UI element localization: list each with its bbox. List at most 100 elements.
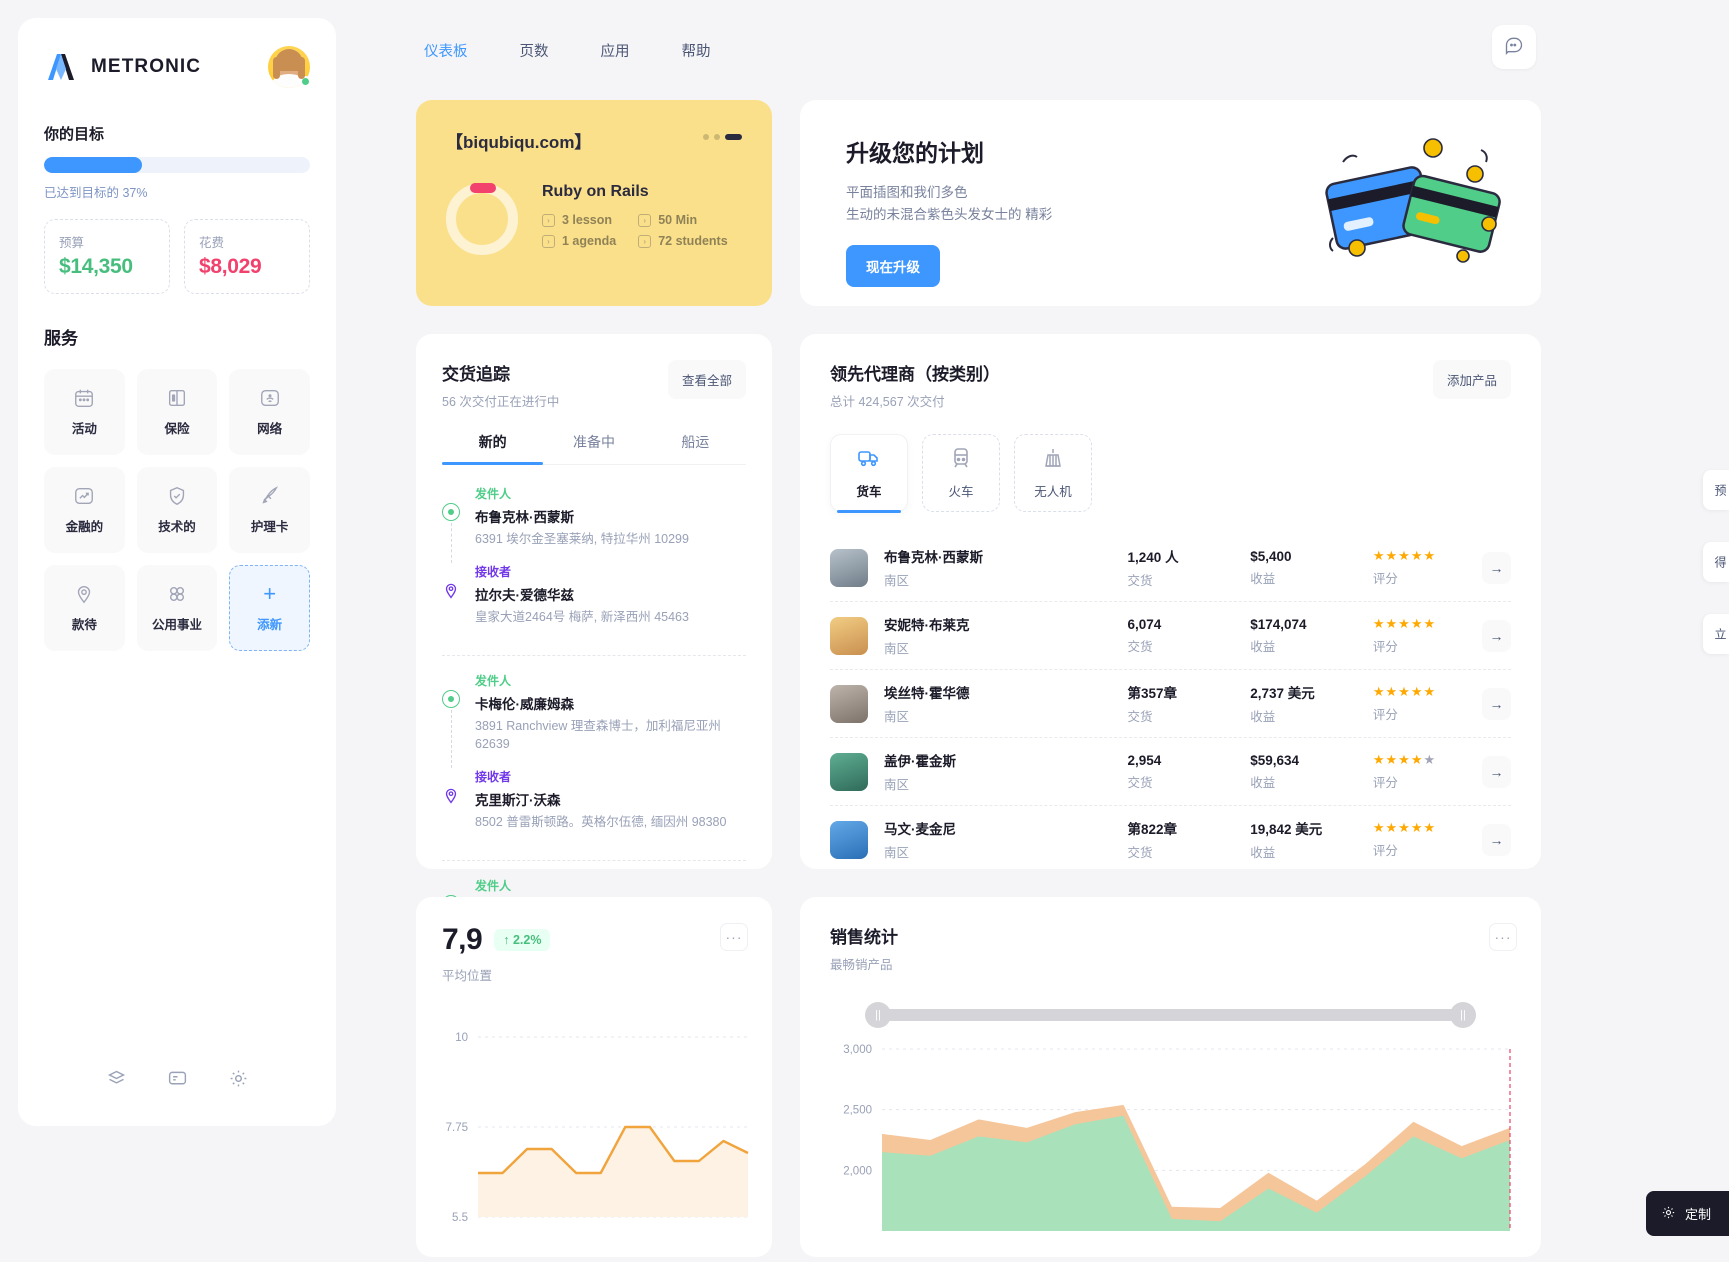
peek-tab-1[interactable]: 预 bbox=[1703, 470, 1729, 510]
svg-text:2,000: 2,000 bbox=[843, 1165, 872, 1177]
sidebar-footer bbox=[18, 1068, 336, 1094]
avg-position-chart: 10 7.75 5.5 bbox=[446, 1032, 749, 1224]
kpi-row: 预算 $14,350 花费 $8,029 bbox=[44, 219, 310, 294]
promo-meta-students: › 72 students bbox=[638, 234, 728, 248]
range-slider-handle-left[interactable]: || bbox=[865, 1002, 891, 1028]
range-slider[interactable]: || || bbox=[865, 1002, 1476, 1028]
row-arrow-button[interactable]: → bbox=[1481, 755, 1511, 788]
rating-stars: ★★★★★ bbox=[1372, 548, 1437, 563]
upgrade-plan-card: 升级您的计划 平面插图和我们多色 生动的未混合紫色头发女士的 精彩 现在升级 bbox=[800, 100, 1541, 306]
category-truck[interactable]: 货车 bbox=[830, 434, 908, 513]
service-tile-financial[interactable]: 金融的 bbox=[44, 467, 125, 553]
table-row[interactable]: 埃丝特·霍华德 南区 第357章 交货 2,737 美元 收益 ★★★★★ 评分… bbox=[830, 669, 1511, 737]
kpi-spent-value: $8,029 bbox=[199, 255, 262, 278]
view-all-button[interactable]: 查看全部 bbox=[667, 360, 746, 399]
avg-position-value: 7,9 bbox=[442, 923, 483, 956]
tab-shipping[interactable]: 船运 bbox=[645, 432, 746, 464]
goal-progress-bar bbox=[44, 157, 310, 173]
category-train[interactable]: 火车 bbox=[922, 434, 1000, 512]
svg-text:2,500: 2,500 bbox=[843, 1105, 872, 1117]
table-row[interactable]: 安妮特·布莱克 南区 6,074 交货 $174,074 收益 ★★★★★ 评分… bbox=[830, 601, 1511, 669]
table-row[interactable]: 布鲁克林·西蒙斯 南区 1,240 人 交货 $5,400 收益 ★★★★★ 评… bbox=[830, 534, 1511, 601]
range-slider-handle-right[interactable]: || bbox=[1450, 1002, 1476, 1028]
chat-icon bbox=[1504, 35, 1524, 60]
customize-label: 定制 bbox=[1684, 1207, 1711, 1222]
agent-name: 马文·麦金尼 bbox=[884, 822, 956, 837]
service-tile-network[interactable]: 网络 bbox=[229, 369, 310, 455]
carousel-dot-active[interactable] bbox=[725, 134, 742, 140]
avatar bbox=[830, 616, 868, 655]
row-arrow-button[interactable]: → bbox=[1481, 619, 1511, 652]
card-menu-button[interactable]: ··· bbox=[1489, 923, 1517, 951]
promo-card: 【biqubiqu.com】 Ruby on Rails › 3 lesson … bbox=[416, 100, 772, 306]
add-product-button[interactable]: 添加产品 bbox=[1432, 360, 1511, 399]
carousel-dot[interactable] bbox=[714, 134, 720, 140]
promo-meta-agenda: › 1 agenda bbox=[542, 234, 616, 248]
grid-dots-icon bbox=[166, 583, 188, 605]
service-tile-utilities[interactable]: 公用事业 bbox=[136, 565, 218, 651]
promo-carousel-dots[interactable] bbox=[703, 134, 742, 140]
tracking-subtitle: 56 次交付正在进行中 bbox=[442, 395, 560, 409]
gear-icon[interactable] bbox=[228, 1068, 249, 1094]
service-tile-insurance[interactable]: 保险 bbox=[136, 369, 218, 455]
agent-revenue-caption: 收益 bbox=[1250, 846, 1276, 860]
category-drone[interactable]: 无人机 bbox=[1014, 434, 1092, 512]
chat-button[interactable] bbox=[1492, 25, 1536, 69]
gear-icon bbox=[1661, 1205, 1676, 1223]
nav-item-dashboard[interactable]: 仪表板 bbox=[416, 36, 476, 65]
message-icon[interactable] bbox=[167, 1068, 188, 1094]
arrow-right-icon: → bbox=[1489, 627, 1504, 644]
arrow-right-icon: → bbox=[1489, 763, 1504, 780]
avatar[interactable] bbox=[268, 46, 311, 88]
tracking-sender: 发件人 卡梅伦·威廉姆森 3891 Ranchview 理查森博士，加利福尼亚州… bbox=[442, 672, 746, 768]
agent-region: 南区 bbox=[884, 778, 910, 792]
table-row[interactable]: 马文·麦金尼 南区 第822章 交货 19,842 美元 收益 ★★★★★ 评分… bbox=[830, 805, 1511, 873]
table-row[interactable]: 盖伊·霍金斯 南区 2,954 交货 $59,634 收益 ★★★★★ 评分 → bbox=[830, 737, 1511, 805]
svg-text:7.75: 7.75 bbox=[446, 1122, 468, 1134]
row-arrow-button[interactable]: → bbox=[1481, 551, 1511, 584]
sales-statistics-card: 销售统计 最畅销产品 ··· || || 3,000 2,500 2,000 bbox=[800, 897, 1541, 1257]
peek-tab-3[interactable]: 立 bbox=[1703, 614, 1729, 654]
book-icon bbox=[166, 387, 188, 409]
agent-revenue-value: $174,074 bbox=[1250, 616, 1307, 632]
agent-delivery-value: 1,240 人 bbox=[1127, 550, 1179, 565]
agent-region: 南区 bbox=[884, 642, 910, 656]
rocket-icon bbox=[259, 485, 281, 507]
upgrade-now-button[interactable]: 现在升级 bbox=[846, 245, 940, 288]
sales-title: 销售统计 bbox=[830, 928, 898, 947]
tab-preparing[interactable]: 准备中 bbox=[543, 432, 644, 464]
arrow-right-icon: → bbox=[1489, 559, 1504, 576]
nav-item-help[interactable]: 帮助 bbox=[674, 36, 719, 65]
row-arrow-button[interactable]: → bbox=[1481, 823, 1511, 856]
arrow-right-icon: → bbox=[1489, 695, 1504, 712]
card-menu-button[interactable]: ··· bbox=[720, 923, 748, 951]
services-grid: 活动 保险 网络 金融的 技术的 护理卡 款待 公用事业 + 添新 bbox=[44, 369, 310, 651]
nav-item-apps[interactable]: 应用 bbox=[593, 36, 638, 65]
trend-up-icon bbox=[73, 485, 95, 507]
promo-meta-text: 3 lesson bbox=[562, 213, 613, 227]
sender-address: 3891 Ranchview 理查森博士，加利福尼亚州 62639 bbox=[475, 718, 721, 752]
row-arrow-button[interactable]: → bbox=[1481, 687, 1511, 720]
promo-meta-duration: › 50 Min bbox=[638, 213, 727, 227]
agent-revenue-value: $59,634 bbox=[1250, 752, 1300, 768]
shield-check-icon bbox=[166, 485, 188, 507]
brand[interactable]: METRONIC bbox=[44, 52, 201, 82]
tab-new[interactable]: 新的 bbox=[442, 432, 544, 465]
carousel-dot[interactable] bbox=[703, 134, 709, 140]
service-label: 保险 bbox=[164, 422, 190, 436]
layers-icon[interactable] bbox=[106, 1068, 127, 1094]
peek-tab-2[interactable]: 得 bbox=[1703, 542, 1729, 582]
promo-course-name: Ruby on Rails bbox=[542, 183, 649, 200]
plus-icon: + bbox=[263, 581, 277, 606]
agent-region: 南区 bbox=[884, 710, 910, 724]
receiver-address: 8502 普雷斯顿路。英格尔伍德, 缅因州 98380 bbox=[475, 815, 727, 829]
service-tile-add-new[interactable]: + 添新 bbox=[229, 565, 310, 651]
average-position-card: 7,9 ↑ 2.2% 平均位置 ··· 10 7.75 5.5 bbox=[416, 897, 772, 1257]
service-tile-carecard[interactable]: 护理卡 bbox=[229, 467, 310, 553]
service-tile-technical[interactable]: 技术的 bbox=[136, 467, 218, 553]
customize-button[interactable]: 定制 bbox=[1645, 1191, 1729, 1236]
service-label: 活动 bbox=[71, 422, 97, 436]
nav-item-pages[interactable]: 页数 bbox=[512, 36, 557, 65]
service-tile-hospitality[interactable]: 款待 bbox=[44, 565, 125, 651]
service-tile-activity[interactable]: 活动 bbox=[44, 369, 125, 455]
